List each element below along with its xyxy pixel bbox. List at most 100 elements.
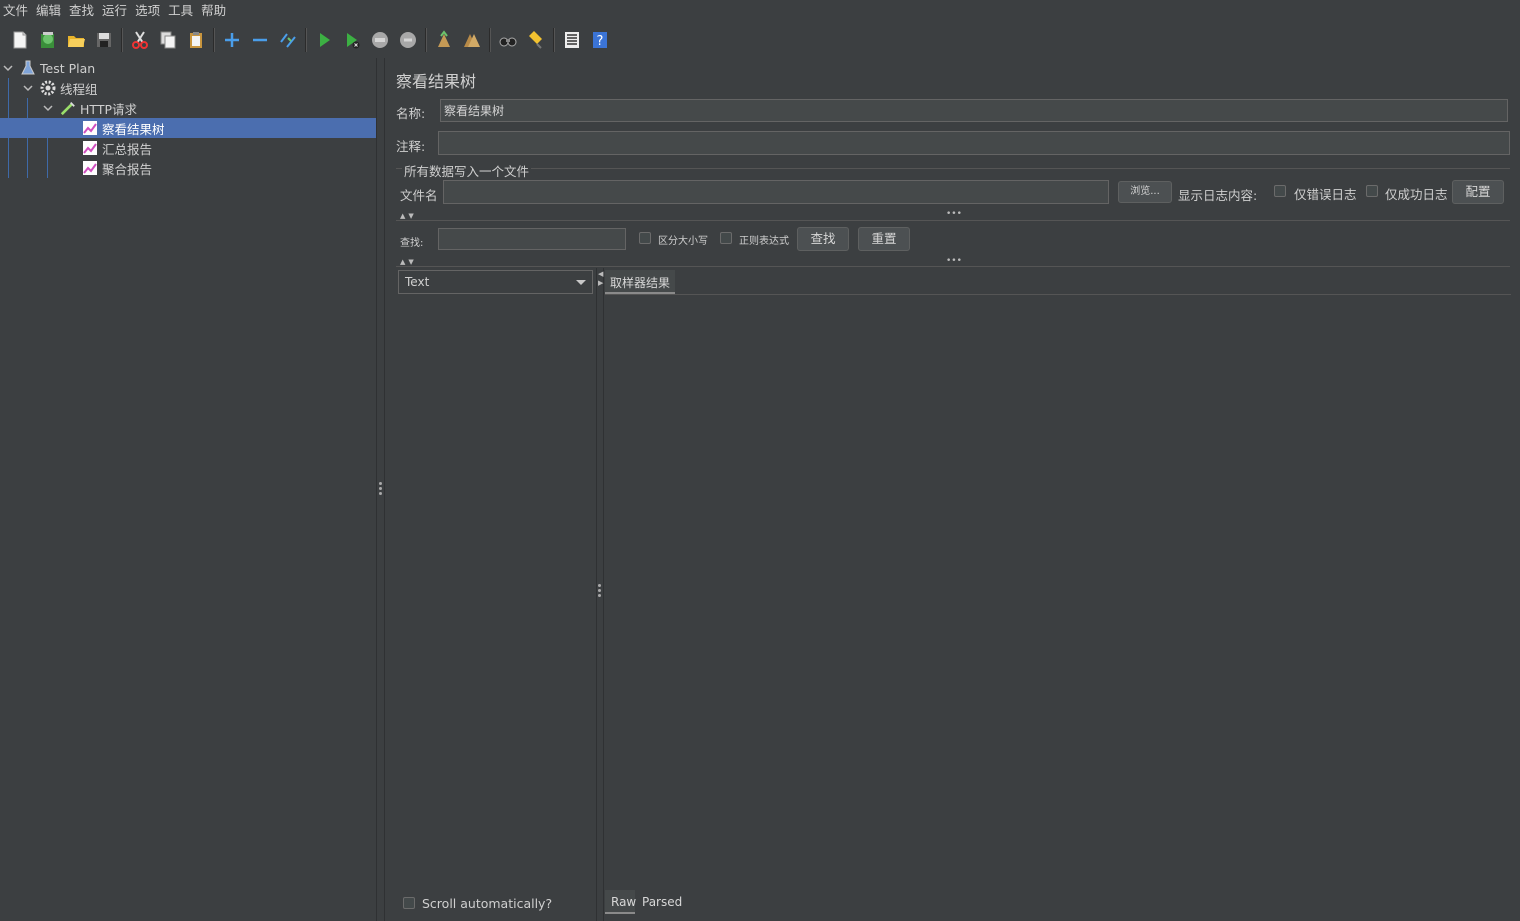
tree-node-view-results-tree[interactable]: 察看结果树 [0,118,376,138]
toolbar-separator [425,28,427,52]
save-icon[interactable] [93,29,115,51]
tree-label: HTTP请求 [80,101,137,117]
errors-only-checkbox[interactable] [1274,185,1286,197]
menu-help[interactable]: 帮助 [197,0,230,22]
tree-node-summary-report[interactable]: 汇总报告 [82,138,152,158]
graph-icon [82,140,98,156]
splitter-grip[interactable]: ••• [946,209,962,219]
name-input[interactable] [440,99,1508,122]
panel-title: 察看结果树 [396,72,477,91]
open-icon[interactable] [65,29,87,51]
reset-button[interactable]: 重置 [858,227,910,251]
graph-icon [82,120,98,136]
regex-checkbox[interactable] [720,232,732,244]
toolbar-separator [121,28,123,52]
clear-icon[interactable] [433,29,455,51]
renderer-select[interactable]: Text [398,270,593,294]
name-label: 名称: [396,106,426,121]
errors-only-label: 仅错误日志 [1294,187,1357,202]
case-sensitive-label: 区分大小写 [658,236,708,247]
menu-options[interactable]: 选项 [131,0,164,22]
tree-label: 汇总报告 [102,141,153,157]
search-label: 查找: [400,238,424,249]
pipette-icon [60,100,76,116]
templates-icon[interactable] [37,29,59,51]
main-splitter[interactable] [376,58,385,921]
tab-raw[interactable]: Raw [605,890,637,914]
svg-text:?: ? [597,34,604,49]
toolbar-separator [213,28,215,52]
menu-tools[interactable]: 工具 [164,0,197,22]
toolbar-separator [305,28,307,52]
expand-icon[interactable] [221,29,243,51]
copy-icon[interactable] [157,29,179,51]
menu-search[interactable]: 查找 [65,0,98,22]
start-no-pause-icon[interactable] [341,29,363,51]
search-icon[interactable] [497,29,519,51]
inner-splitter[interactable]: ◀ ▶ [596,268,604,921]
comment-label: 注释: [396,139,426,154]
browse-button[interactable]: 浏览... [1118,181,1172,203]
shutdown-icon[interactable] [397,29,419,51]
renderer-selected-value: Text [405,275,430,289]
tree-label: Test Plan [40,60,96,76]
find-button[interactable]: 查找 [797,227,849,251]
splitter-line [396,266,1510,267]
success-only-checkbox[interactable] [1366,185,1378,197]
log-contents-label: 显示日志内容: [1178,188,1258,203]
collapse-icon[interactable] [249,29,271,51]
function-helper-icon[interactable] [561,29,583,51]
new-icon[interactable] [9,29,31,51]
comment-input[interactable] [438,131,1510,155]
cut-icon[interactable] [129,29,151,51]
splitter-grip [379,482,382,495]
chevron-down-icon[interactable] [2,62,14,74]
menu-edit[interactable]: 编辑 [32,0,65,22]
toggle-icon[interactable] [277,29,299,51]
chevron-down-icon[interactable] [22,82,34,94]
success-only-label: 仅成功日志 [1385,187,1448,202]
search-input[interactable] [438,228,626,250]
tree-node-test-plan[interactable]: Test Plan [2,58,95,78]
configure-button[interactable]: 配置 [1452,180,1504,204]
start-icon[interactable] [313,29,335,51]
tree-node-http-request[interactable]: HTTP请求 [42,98,137,118]
case-sensitive-checkbox[interactable] [639,232,651,244]
stop-icon[interactable] [369,29,391,51]
splitter-grip [598,584,601,597]
splitter-arrows-icon[interactable]: ▲▼ [400,212,417,220]
tab-label: Raw [611,895,637,909]
chevron-down-icon [576,280,586,285]
menu-file[interactable]: 文件 [0,0,32,22]
filename-label: 文件名 [400,188,438,203]
regex-label: 正则表达式 [739,236,789,247]
splitter-arrows-icon[interactable]: ◀ ▶ [598,270,603,288]
tree-label: 聚合报告 [102,161,153,177]
tree-node-thread-group[interactable]: 线程组 [22,78,98,98]
tree-label: 线程组 [60,81,98,97]
splitter-arrows-icon[interactable]: ▲▼ [400,258,417,266]
clear-all-icon[interactable] [461,29,483,51]
tab-label: 取样器结果 [610,276,671,290]
tab-parsed[interactable]: Parsed [640,890,682,914]
tree-guide-line [27,98,28,178]
help-icon[interactable]: ? [589,29,611,51]
sampler-result-area[interactable] [605,294,1511,890]
scroll-auto-label: Scroll automatically? [422,896,553,911]
file-group-title: 所有数据写入一个文件 [402,161,532,180]
results-tree-panel: 察看结果树 名称: 注释: 所有数据写入一个文件 文件名 浏览... 显示日志内… [386,58,1520,921]
scroll-auto-checkbox[interactable] [403,897,415,909]
tree-node-aggregate-report[interactable]: 聚合报告 [82,158,152,178]
splitter-line [396,220,1510,221]
flask-icon [20,60,36,76]
toolbar: ? [0,24,1520,56]
menu-run[interactable]: 运行 [98,0,131,22]
tab-sampler-result[interactable]: 取样器结果 [605,270,675,294]
test-plan-tree: Test Plan 线程组 HTTP请求 察看结果树 汇总报告 聚合报告 [0,58,376,921]
reset-search-icon[interactable] [525,29,547,51]
splitter-grip[interactable]: ••• [946,256,962,266]
tab-label: Parsed [642,895,683,909]
chevron-down-icon[interactable] [42,102,54,114]
paste-icon[interactable] [185,29,207,51]
filename-input[interactable] [443,180,1109,204]
